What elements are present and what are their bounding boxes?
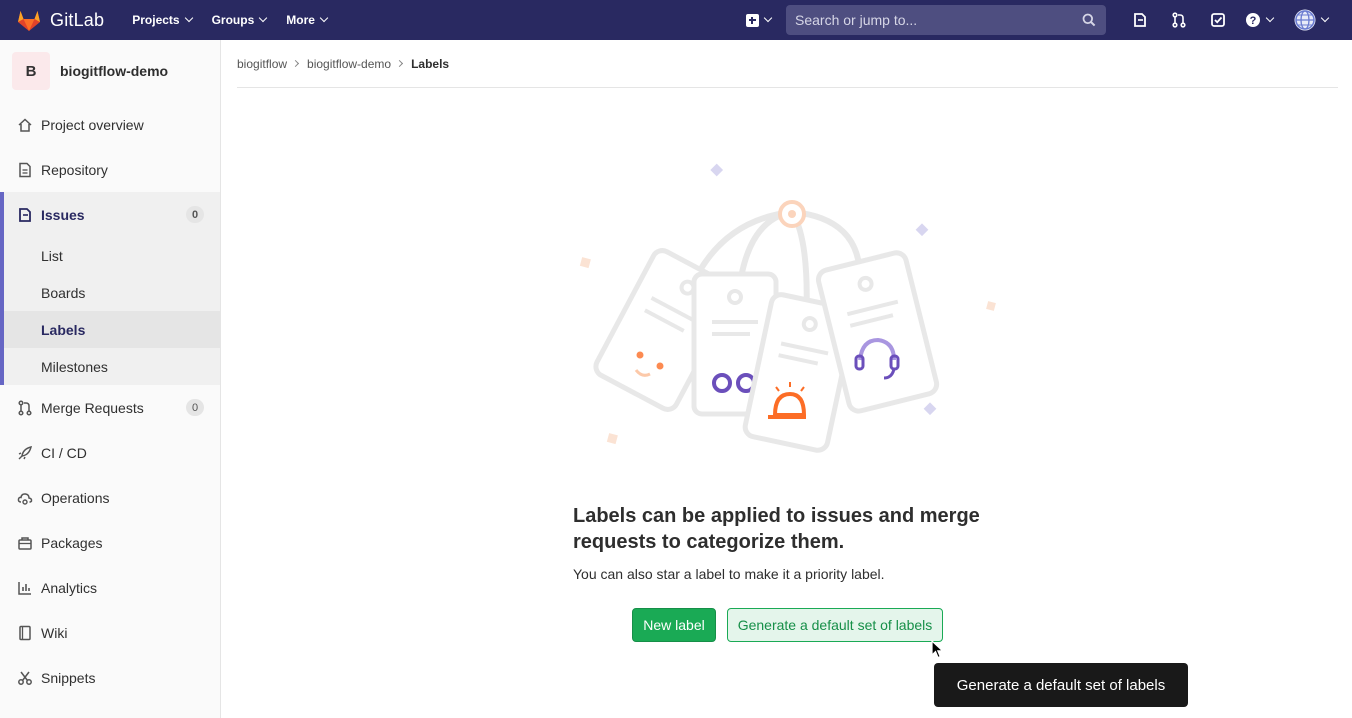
issues-icon (16, 206, 34, 224)
sidebar-item-label: Packages (41, 534, 103, 551)
chevron-right-icon (291, 59, 300, 68)
main-menu: Projects Groups More (122, 0, 337, 40)
scissors-icon (16, 669, 34, 687)
sidebar-item-analytics[interactable]: Analytics (0, 565, 220, 610)
sidebar-item-label: Merge Requests (41, 399, 144, 416)
avatar (1294, 9, 1316, 31)
todos-shortcut[interactable] (1198, 0, 1237, 40)
sidebar-item-label: Project overview (41, 116, 144, 133)
rocket-icon (16, 444, 34, 462)
breadcrumb: biogitflow biogitflow-demo Labels (237, 40, 1338, 88)
doc-icon (16, 161, 34, 179)
new-label-button[interactable]: New label (632, 608, 716, 642)
merge-requests-count-badge: 0 (186, 399, 204, 416)
sidebar-subitem-milestones[interactable]: Milestones (4, 348, 220, 385)
new-dropdown[interactable] (738, 0, 778, 40)
sidebar-item-label: CI / CD (41, 444, 87, 461)
search-input[interactable] (795, 12, 1065, 28)
sidebar-item-label: Operations (41, 489, 110, 506)
empty-state-description: You can also star a label to make it a p… (573, 566, 885, 582)
gitlab-logo-icon (18, 11, 40, 31)
sidebar-item-label: Snippets (41, 669, 96, 686)
sidebar-item-ci-cd[interactable]: CI / CD (0, 430, 220, 475)
mouse-cursor-icon (931, 640, 945, 659)
svg-text:?: ? (1250, 15, 1257, 27)
projects-menu[interactable]: Projects (122, 0, 201, 40)
merge-request-icon (1171, 12, 1186, 28)
top-navbar: GitLab Projects Groups More Search or ju… (0, 0, 1352, 40)
sidebar-item-project-overview[interactable]: Project overview (0, 102, 220, 147)
issues-shortcut[interactable] (1120, 0, 1159, 40)
todo-icon (1210, 13, 1225, 27)
new-button[interactable] (738, 0, 778, 40)
breadcrumb-current[interactable]: Labels (411, 57, 449, 71)
project-avatar: B (12, 52, 50, 90)
chart-icon (16, 579, 34, 597)
more-menu[interactable]: More (276, 0, 337, 40)
sidebar-item-label: Issues (41, 206, 85, 223)
book-icon (16, 624, 34, 642)
sidebar-item-issues[interactable]: Issues 0 (4, 192, 220, 237)
chevron-down-icon (1265, 13, 1275, 23)
help-menu[interactable]: ? (1237, 0, 1281, 40)
chevron-right-icon (396, 59, 404, 68)
sidebar-item-label: Wiki (41, 624, 68, 641)
search-icon (1082, 13, 1096, 27)
cloud-gear-icon (16, 489, 34, 507)
generate-default-labels-button[interactable]: Generate a default set of labels (727, 608, 943, 642)
sidebar-item-packages[interactable]: Packages (0, 520, 220, 565)
groups-label: Groups (211, 13, 255, 27)
sidebar-subitem-labels[interactable]: Labels (4, 311, 220, 348)
project-header[interactable]: B biogitflow-demo (0, 40, 220, 102)
project-sidebar: B biogitflow-demo Project overview Repos… (0, 40, 221, 718)
plus-square-icon (745, 13, 759, 27)
brand-name: GitLab (50, 9, 105, 30)
sidebar-item-wiki[interactable]: Wiki (0, 610, 220, 655)
help-icon: ? (1246, 13, 1260, 27)
sidebar-item-label: Repository (41, 161, 108, 178)
project-name: biogitflow-demo (60, 63, 169, 79)
more-label: More (286, 13, 315, 27)
sidebar-group-issues: Issues 0 List Boards Labels Milestones (0, 192, 220, 385)
sidebar-item-operations[interactable]: Operations (0, 475, 220, 520)
empty-state-title: Labels can be applied to issues and merg… (573, 505, 980, 553)
sidebar-subitem-list[interactable]: List (4, 237, 220, 274)
home-icon (16, 116, 34, 134)
chevron-down-icon (319, 13, 329, 23)
chevron-down-icon (1320, 13, 1330, 23)
user-menu[interactable] (1287, 0, 1335, 40)
chevron-down-icon (259, 13, 268, 23)
projects-label: Projects (132, 13, 180, 27)
merge-requests-shortcut[interactable] (1159, 0, 1198, 40)
search-box[interactable] (786, 5, 1106, 35)
sidebar-subitem-boards[interactable]: Boards (4, 274, 220, 311)
breadcrumb-group[interactable]: biogitflow (237, 57, 287, 71)
breadcrumb-project[interactable]: biogitflow-demo (307, 57, 391, 71)
issues-count-badge: 0 (186, 206, 204, 223)
issues-icon (1133, 13, 1146, 27)
tooltip: Generate a default set of labels (934, 663, 1188, 707)
gitlab-home-link[interactable]: GitLab (16, 0, 104, 40)
chevron-down-icon (763, 13, 772, 23)
sidebar-item-label: Analytics (41, 579, 98, 596)
sidebar-item-merge-requests[interactable]: Merge Requests 0 (0, 385, 220, 430)
merge-request-icon (16, 399, 34, 417)
groups-menu[interactable]: Groups (202, 0, 277, 40)
sidebar-item-snippets[interactable]: Snippets (0, 655, 220, 700)
labels-empty-illustration (579, 163, 996, 453)
chevron-down-icon (184, 13, 193, 23)
sidebar-item-repository[interactable]: Repository (0, 147, 220, 192)
package-icon (16, 534, 34, 552)
navbar-right-icons: ? (1120, 0, 1335, 40)
